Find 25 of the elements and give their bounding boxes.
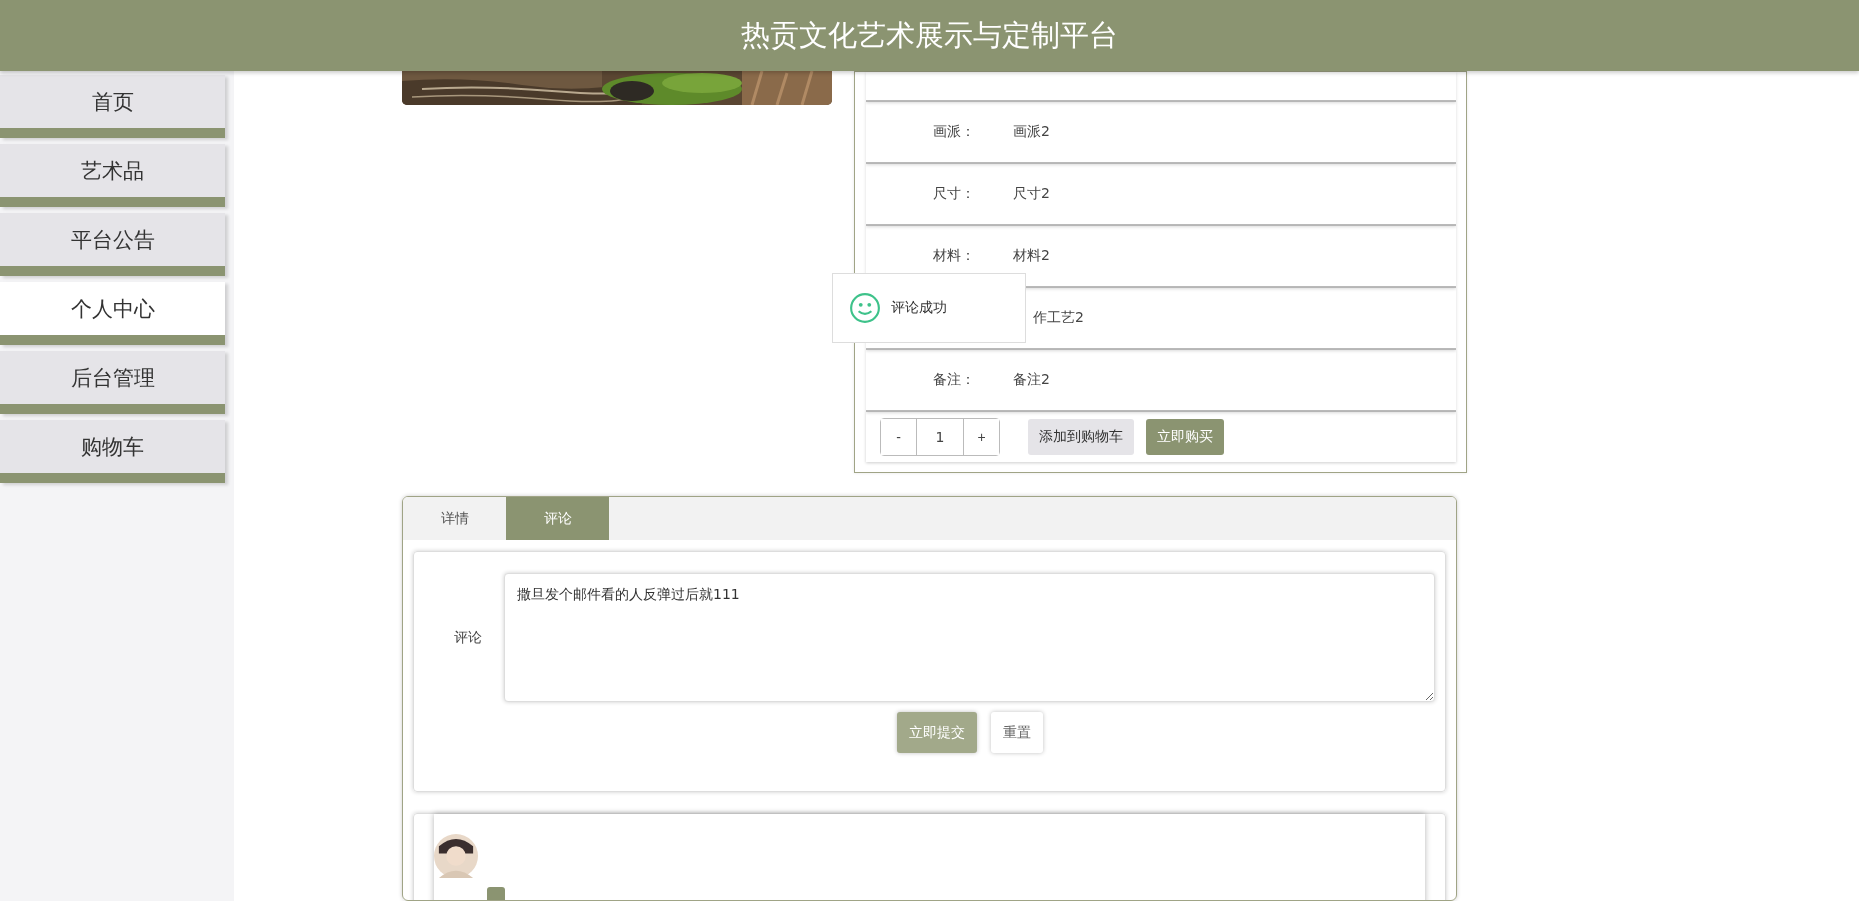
toast-message: 评论成功 [891,299,947,317]
nav-item[interactable]: 艺术品 [0,144,225,207]
comment-field[interactable]: 撒旦发个邮件看的人反弹过后就111 [504,573,1435,702]
detail-label: 备注： [932,371,975,389]
site-title: 热贡文化艺术展示与定制平台 [741,16,1118,54]
quantity-field[interactable]: 1 [916,419,964,455]
detail-value: 尺寸2 [1012,185,1051,203]
reset-button[interactable]: 重置 [990,712,1043,753]
quantity-stepper[interactable]: - 1 + [880,418,1000,456]
detail-value: 作工艺2 [1032,309,1085,327]
detail-value: 备注2 [1012,371,1051,389]
comment-label: 评论 [453,628,482,647]
detail-label: 画派： [932,123,975,141]
detail-value: 材料2 [1012,247,1051,265]
nav-item[interactable]: 后台管理 [0,351,225,414]
nav-item[interactable]: 个人中心 [0,282,225,345]
tab[interactable]: 详情 [403,497,506,540]
detail-label: 材料： [932,247,975,265]
nav-item[interactable]: 购物车 [0,420,225,483]
smile-icon [849,292,881,324]
detail-value: 画派2 [1012,123,1051,141]
add-to-cart-button[interactable]: 添加到购物车 [1028,419,1134,455]
nav-item[interactable]: 首页 [0,75,225,138]
detail-label: 尺寸： [932,185,975,203]
nav-item[interactable]: 平台公告 [0,213,225,276]
